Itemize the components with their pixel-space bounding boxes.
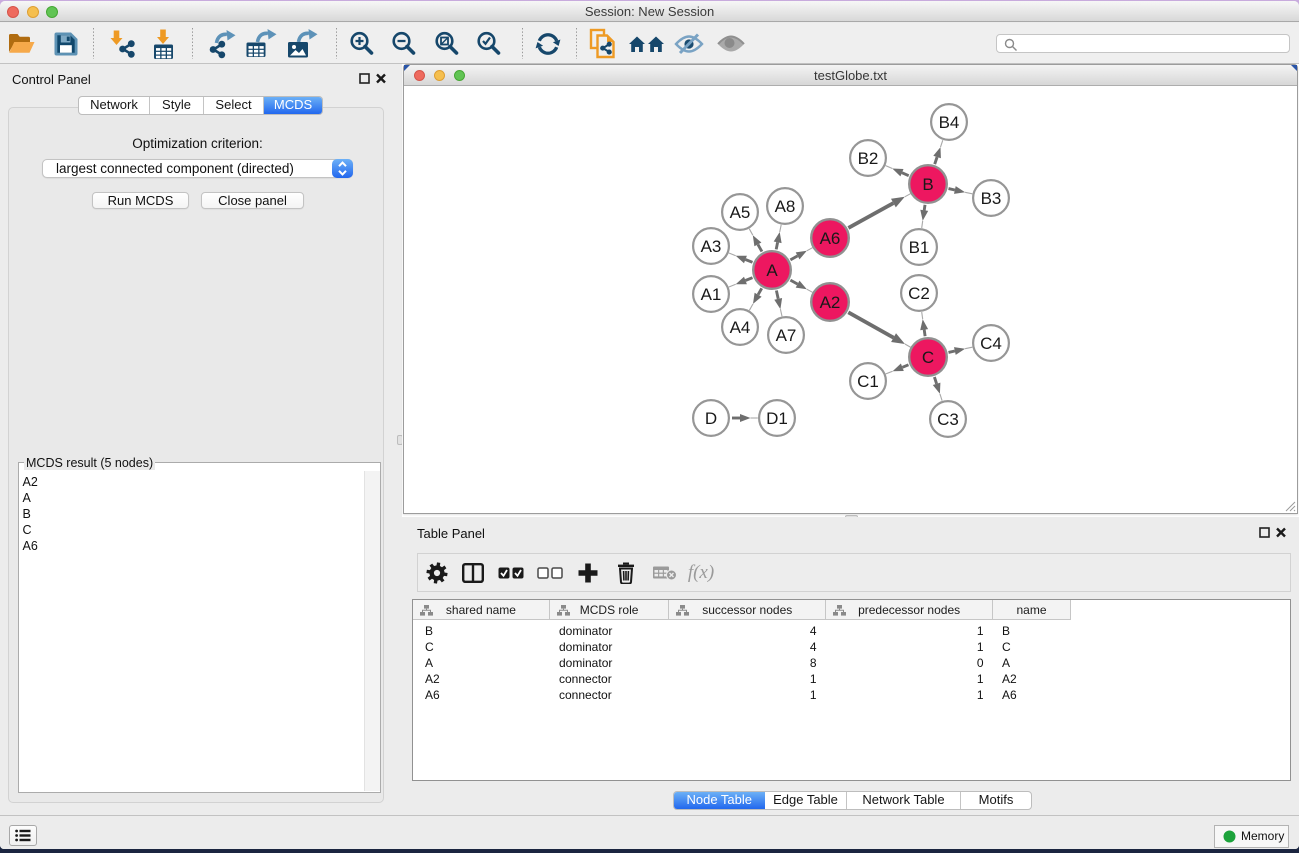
svg-text:C1: C1	[857, 372, 879, 391]
svg-text:B4: B4	[939, 113, 960, 132]
svg-text:A7: A7	[776, 326, 797, 345]
svg-text:A3: A3	[701, 237, 722, 256]
svg-text:C2: C2	[908, 284, 930, 303]
svg-text:A2: A2	[820, 293, 841, 312]
svg-text:B3: B3	[981, 189, 1002, 208]
svg-text:B2: B2	[858, 149, 879, 168]
svg-text:A: A	[766, 261, 778, 280]
svg-text:A8: A8	[775, 197, 796, 216]
svg-text:A5: A5	[730, 203, 751, 222]
svg-text:B: B	[922, 175, 933, 194]
svg-text:A6: A6	[820, 229, 841, 248]
svg-text:D1: D1	[766, 409, 788, 428]
svg-text:C: C	[922, 348, 934, 367]
svg-text:A1: A1	[701, 285, 722, 304]
svg-text:C3: C3	[937, 410, 959, 429]
svg-text:C4: C4	[980, 334, 1002, 353]
svg-text:A4: A4	[730, 318, 751, 337]
svg-text:D: D	[705, 409, 717, 428]
svg-text:B1: B1	[909, 238, 930, 257]
